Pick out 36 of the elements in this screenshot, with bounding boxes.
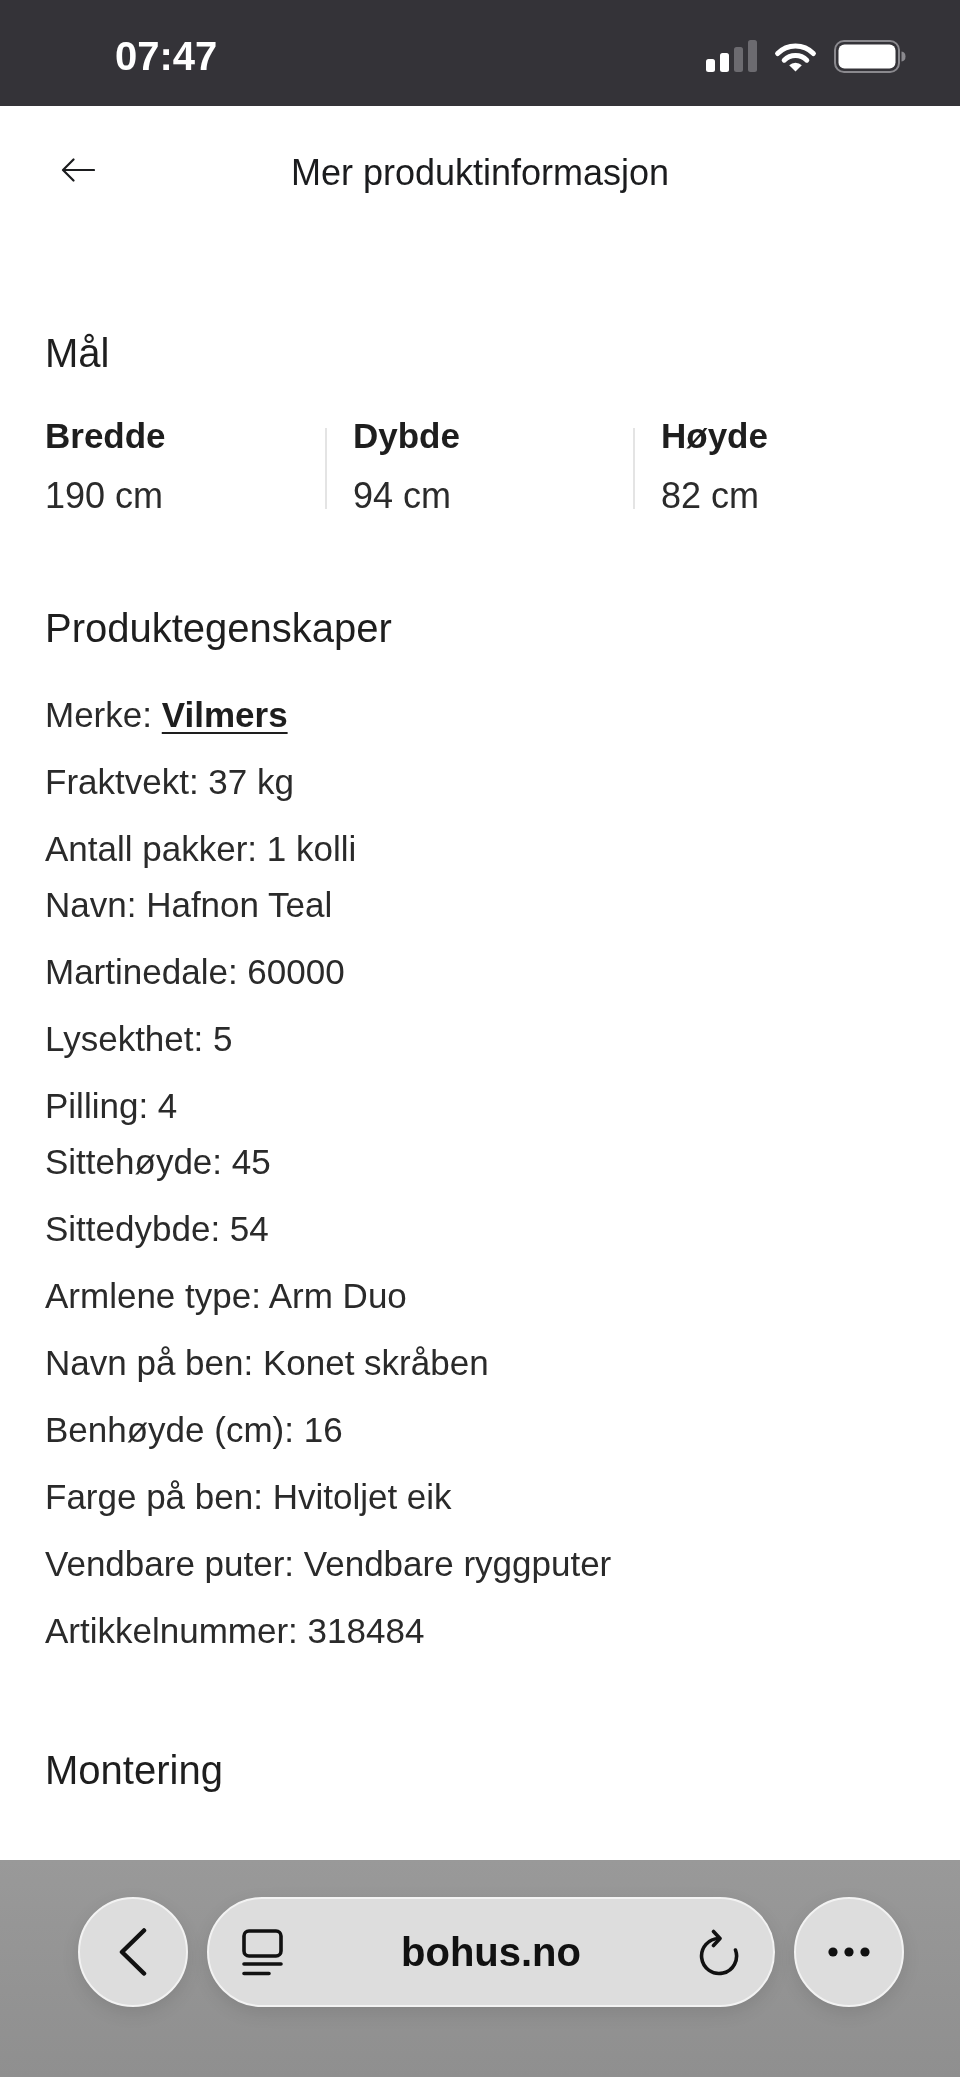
- status-time: 07:47: [115, 33, 218, 79]
- property-text: Sittedybde: 54: [45, 1208, 269, 1250]
- property-text: Antall pakker: 1 kolli: [45, 828, 357, 870]
- property-text: Farge på ben: Hvitoljet eik: [45, 1476, 452, 1518]
- page-title: Mer produktinformasjon: [290, 151, 670, 195]
- dimension-label: Dybde: [353, 415, 460, 457]
- property-text: Martinedale: 60000: [45, 951, 345, 993]
- property-text: Lysekthet: 5: [45, 1018, 233, 1060]
- property-text: Merke: Vilmers: [45, 694, 288, 736]
- dimension-value: 94 cm: [353, 474, 452, 518]
- property-text: Navn: Hafnon Teal: [45, 884, 333, 926]
- dimension-label: Bredde: [45, 415, 166, 457]
- property-text: Armlene type: Arm Duo: [45, 1275, 407, 1317]
- document-lines-icon[interactable]: [242, 1928, 283, 1976]
- chevron-left-icon: [119, 1928, 147, 1976]
- dimension-value: 82 cm: [661, 474, 760, 518]
- signal-icon: [706, 40, 757, 72]
- property-text: Navn på ben: Konet skråben: [45, 1342, 489, 1384]
- property-text: Fraktvekt: 37 kg: [45, 761, 294, 803]
- address-bar[interactable]: bohus.no: [207, 1897, 775, 2007]
- brand-link[interactable]: Vilmers: [161, 695, 288, 734]
- reload-icon[interactable]: [699, 1928, 739, 1976]
- section-heading: Mål: [45, 330, 110, 377]
- property-text: Vendbare puter: Vendbare ryggputer: [45, 1543, 612, 1585]
- back-arrow-icon[interactable]: [61, 158, 95, 182]
- property-text: Sittehøyde: 45: [45, 1141, 271, 1183]
- section-heading: Montering: [45, 1747, 223, 1794]
- wifi-icon: [774, 40, 817, 72]
- property-text: Benhøyde (cm): 16: [45, 1409, 343, 1451]
- battery-icon: [834, 39, 906, 73]
- ellipsis-icon: [828, 1947, 870, 1957]
- property-text: Pilling: 4: [45, 1085, 178, 1127]
- dimension-value: 190 cm: [45, 474, 164, 518]
- section-heading: Produktegenskaper: [45, 605, 392, 652]
- property-text: Artikkelnummer: 318484: [45, 1610, 425, 1652]
- dimension-label: Høyde: [661, 415, 768, 457]
